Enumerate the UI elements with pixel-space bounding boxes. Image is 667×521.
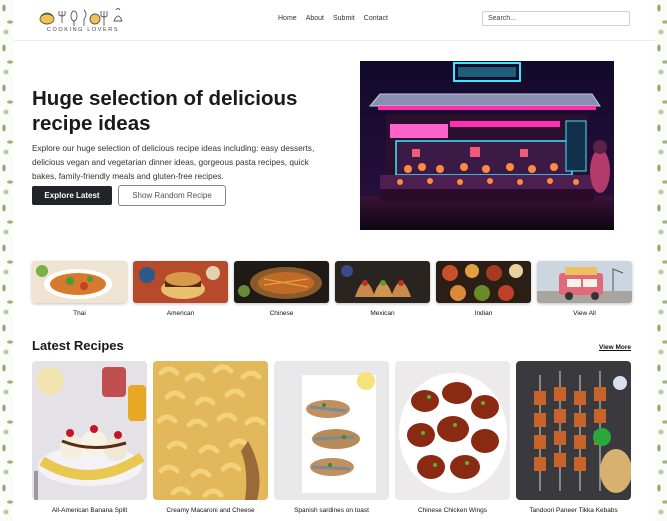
category-label: Chinese: [269, 310, 294, 317]
category-chinese[interactable]: Chinese: [234, 261, 329, 317]
category-indian[interactable]: Indian: [436, 261, 531, 317]
recipe-title: All-American Banana Split: [51, 507, 128, 514]
thai-food-image: [32, 261, 127, 303]
utensils-logo-icon: [39, 8, 123, 26]
recipe-card[interactable]: Tandoori Paneer Tikka Kebabs: [516, 361, 631, 514]
american-food-image: [133, 261, 228, 303]
main-nav: Home About Submit Contact: [278, 15, 388, 22]
food-truck-image: [537, 261, 632, 303]
hero-title: Huge selection of delicious recipe ideas: [32, 87, 298, 135]
leaf-pattern-left: [0, 0, 14, 521]
explore-latest-button[interactable]: Explore Latest: [32, 186, 112, 205]
view-more-link[interactable]: View More: [599, 344, 631, 351]
recipe-card[interactable]: All-American Banana Split: [32, 361, 147, 514]
page-container: COOKING LOVERS Home About Submit Contact…: [14, 0, 655, 521]
show-random-recipe-button[interactable]: Show Random Recipe: [118, 185, 226, 206]
banana-split-image: [32, 361, 147, 500]
paneer-tikka-image: [516, 361, 631, 500]
search-input[interactable]: [482, 11, 630, 26]
logo[interactable]: COOKING LOVERS: [38, 7, 128, 35]
site-header: COOKING LOVERS Home About Submit Contact: [14, 0, 655, 41]
recipe-title: Tandoori Paneer Tikka Kebabs: [529, 507, 618, 514]
nav-contact[interactable]: Contact: [364, 15, 388, 22]
category-label: Mexican: [370, 310, 395, 317]
category-label: View All: [573, 310, 596, 317]
category-thai[interactable]: Thai: [32, 261, 127, 317]
recipe-card[interactable]: Spanish sardines on toast: [274, 361, 389, 514]
indian-food-image: [436, 261, 531, 303]
nav-home[interactable]: Home: [278, 15, 297, 22]
recipe-card[interactable]: Chinese Chicken Wings: [395, 361, 510, 514]
latest-recipes-heading: Latest Recipes: [32, 338, 124, 353]
nav-about[interactable]: About: [306, 15, 324, 22]
category-view-all[interactable]: View All: [537, 261, 632, 317]
category-mexican[interactable]: Mexican: [335, 261, 430, 317]
recipe-title: Spanish sardines on toast: [294, 507, 369, 514]
category-american[interactable]: American: [133, 261, 228, 317]
chinese-food-image: [234, 261, 329, 303]
category-label: Indian: [474, 310, 493, 317]
hero-description: Explore our huge selection of delicious …: [32, 143, 315, 181]
mexican-food-image: [335, 261, 430, 303]
sardines-toast-image: [274, 361, 389, 500]
recipe-card[interactable]: Creamy Macaroni and Cheese: [153, 361, 268, 514]
category-label: American: [166, 310, 195, 317]
leaf-pattern-right: [655, 0, 667, 521]
chicken-wings-image: [395, 361, 510, 500]
recipe-title: Chinese Chicken Wings: [417, 507, 487, 514]
recipe-title: Creamy Macaroni and Cheese: [166, 507, 255, 514]
macaroni-image: [153, 361, 268, 500]
logo-text: COOKING LOVERS: [46, 27, 120, 33]
hero-image-food-stall: [360, 61, 614, 230]
category-label: Thai: [73, 310, 86, 317]
nav-submit[interactable]: Submit: [333, 15, 355, 22]
